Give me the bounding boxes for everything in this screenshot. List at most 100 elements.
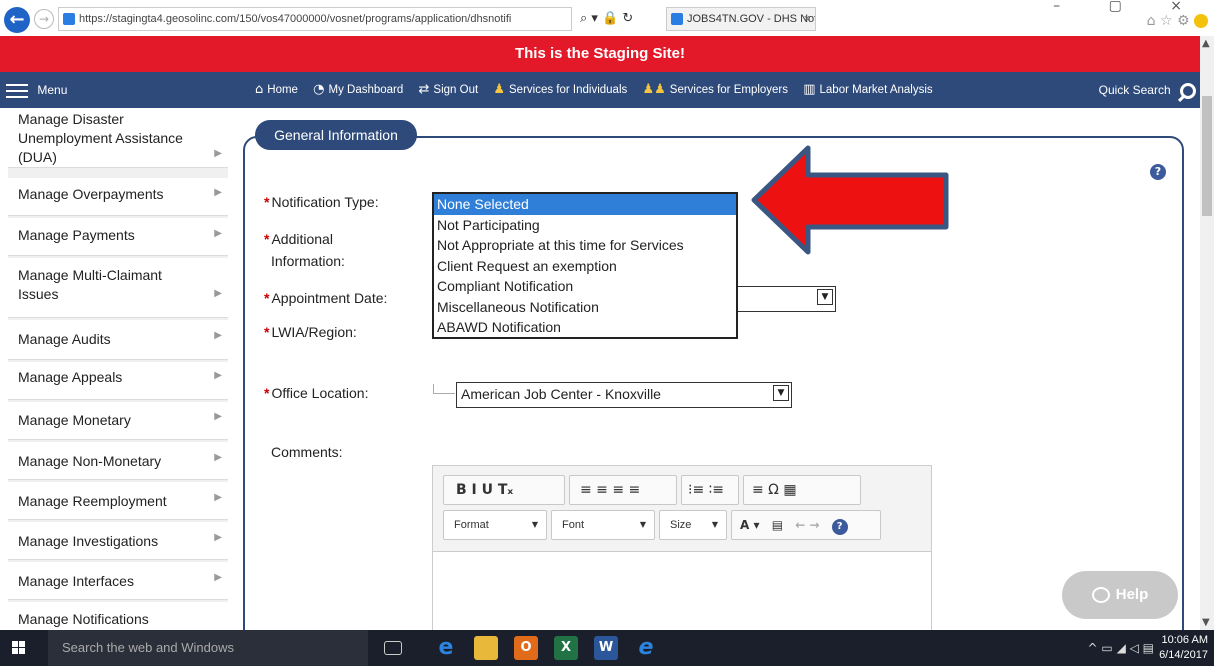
text-color-button[interactable]: A ▾ bbox=[740, 518, 760, 532]
forward-arrow-icon[interactable]: → bbox=[34, 9, 54, 29]
chevron-down-icon[interactable]: ▼ bbox=[773, 385, 789, 401]
staging-banner: This is the Staging Site! bbox=[0, 36, 1200, 72]
chevron-down-icon[interactable]: ▼ bbox=[817, 289, 833, 305]
file-explorer-icon[interactable] bbox=[474, 636, 498, 660]
chevron-right-icon: ▶ bbox=[214, 148, 222, 159]
text-format-buttons[interactable]: B I U Tₓ bbox=[443, 475, 565, 505]
windows-start-icon[interactable] bbox=[12, 641, 26, 655]
excel-icon[interactable]: X bbox=[554, 636, 578, 660]
word-icon[interactable]: W bbox=[594, 636, 618, 660]
chevron-right-icon: ▶ bbox=[214, 572, 222, 583]
nav-links: ⌂ Home ◔ My Dashboard ⇄ Sign Out ♟ Services … bbox=[255, 72, 945, 108]
sidebar-item-reemployment[interactable]: Manage Reemployment ▶ bbox=[8, 482, 228, 520]
insert-buttons[interactable]: ≡ Ω ▦ bbox=[743, 475, 861, 505]
required-marker: * bbox=[264, 194, 270, 210]
editor-toolbar: B I U Tₓ ≡ ≡ ≡ ≡ ⁝≡ ∶≡ ≡ Ω ▦ Format ▼ Fo… bbox=[433, 466, 931, 552]
lwia-region-label: * LWIA/Region: bbox=[264, 322, 357, 342]
help-icon[interactable]: ? bbox=[1150, 164, 1166, 180]
outlook-icon[interactable]: O bbox=[514, 636, 538, 660]
align-buttons[interactable]: ≡ ≡ ≡ ≡ bbox=[569, 475, 677, 505]
size-select[interactable]: Size ▼ bbox=[659, 510, 727, 540]
sidebar-item-appeals[interactable]: Manage Appeals ▶ bbox=[8, 362, 228, 400]
dropdown-option[interactable]: ABAWD Notification bbox=[434, 317, 736, 338]
feedback-smiley-icon[interactable] bbox=[1194, 14, 1208, 28]
notification-type-label-text: Notification Type: bbox=[271, 194, 379, 210]
color-paste-undo-buttons[interactable]: A ▾ ▤ ← → ? bbox=[731, 510, 881, 540]
dropdown-option[interactable]: Not Participating bbox=[434, 215, 736, 236]
chevron-right-icon: ▶ bbox=[214, 187, 222, 198]
nav-dashboard-label: My Dashboard bbox=[328, 84, 404, 96]
font-label: Font bbox=[562, 519, 585, 531]
office-location-select[interactable]: American Job Center - Knoxville ▼ bbox=[456, 382, 792, 408]
task-view-icon[interactable] bbox=[384, 641, 402, 655]
sidebar-item-label: Manage Interfaces bbox=[18, 573, 134, 589]
chat-bubble-icon bbox=[1091, 587, 1110, 604]
list-buttons[interactable]: ⁝≡ ∶≡ bbox=[681, 475, 739, 505]
scroll-down-icon[interactable]: ▼ bbox=[1202, 617, 1210, 628]
dropdown-option[interactable]: Miscellaneous Notification bbox=[434, 297, 736, 318]
chevron-right-icon: ▶ bbox=[214, 330, 222, 341]
undo-redo-buttons[interactable]: ← → bbox=[795, 518, 819, 532]
dropdown-option[interactable]: Not Appropriate at this time for Service… bbox=[434, 235, 736, 256]
sidebar-item-payments[interactable]: Manage Payments ▶ bbox=[8, 218, 228, 256]
sidebar-item-notifications[interactable]: Manage Notifications bbox=[8, 602, 228, 630]
home-star-gear-icons[interactable]: ⌂ ☆ ⚙ bbox=[1147, 13, 1190, 29]
red-arrow-annotation bbox=[751, 145, 949, 255]
required-marker: * bbox=[264, 324, 270, 340]
paste-icon[interactable]: ▤ bbox=[772, 518, 783, 532]
sidebar-item-investigations[interactable]: Manage Investigations ▶ bbox=[8, 522, 228, 560]
menu-button[interactable]: Menu bbox=[6, 72, 67, 108]
quick-search[interactable]: Quick Search bbox=[1099, 72, 1196, 108]
chevron-right-icon: ▶ bbox=[214, 288, 222, 299]
office-location-value: American Job Center - Knoxville bbox=[461, 386, 661, 402]
sidebar-item-label: Manage Monetary bbox=[18, 412, 131, 428]
windows-taskbar: Search the web and Windows e O X W e ^ ▭… bbox=[0, 630, 1214, 666]
scroll-thumb[interactable] bbox=[1202, 96, 1212, 216]
scroll-up-icon[interactable]: ▲ bbox=[1202, 38, 1210, 49]
sidebar-item-overpayments[interactable]: Manage Overpayments ▶ bbox=[8, 178, 228, 216]
editor-help-icon[interactable]: ? bbox=[831, 519, 848, 535]
taskbar-search[interactable]: Search the web and Windows bbox=[48, 630, 368, 666]
dropdown-option[interactable]: Client Request an exemption bbox=[434, 256, 736, 277]
sidebar-item-label: Manage Reemployment bbox=[18, 493, 167, 509]
size-label: Size bbox=[670, 519, 692, 531]
format-select[interactable]: Format ▼ bbox=[443, 510, 547, 540]
nav-labor-market[interactable]: ▥ Labor Market Analysis bbox=[803, 72, 932, 108]
sidebar-item-interfaces[interactable]: Manage Interfaces ▶ bbox=[8, 562, 228, 600]
internet-explorer-icon[interactable]: e bbox=[634, 636, 658, 660]
nav-home[interactable]: ⌂ Home bbox=[255, 72, 298, 108]
address-url: https://stagingta4.geosolinc.com/150/vos… bbox=[79, 13, 512, 25]
nav-individuals[interactable]: ♟ Services for Individuals bbox=[493, 72, 627, 108]
sidebar-item-dua[interactable]: Manage Disaster Unemployment Assistance … bbox=[8, 108, 228, 168]
chevron-right-icon: ▶ bbox=[214, 370, 222, 381]
nav-employers[interactable]: ♟♟ Services for Employers bbox=[642, 72, 788, 108]
dropdown-option[interactable]: None Selected bbox=[434, 194, 736, 215]
page-scrollbar[interactable]: ▲ ▼ bbox=[1200, 36, 1214, 630]
tree-connector bbox=[433, 384, 455, 394]
sidebar-item-multi-claimant[interactable]: Manage Multi-Claimant Issues ▶ bbox=[8, 258, 228, 318]
help-button[interactable]: Help bbox=[1062, 571, 1178, 619]
dropdown-option[interactable]: Compliant Notification bbox=[434, 276, 736, 297]
sidebar-item-monetary[interactable]: Manage Monetary ▶ bbox=[8, 402, 228, 440]
font-select[interactable]: Font ▼ bbox=[551, 510, 655, 540]
system-tray[interactable]: ^ ▭ ◢ ◁ ▤ bbox=[1088, 630, 1154, 666]
nav-dashboard[interactable]: ◔ My Dashboard bbox=[313, 72, 403, 108]
tab-close-icon[interactable]: × bbox=[804, 8, 810, 30]
lwia-region-label-text: LWIA/Region: bbox=[271, 324, 357, 340]
nav-sign-out[interactable]: ⇄ Sign Out bbox=[419, 72, 479, 108]
browser-right-icons[interactable]: ⌂ ☆ ⚙ bbox=[1147, 12, 1208, 30]
taskbar-clock[interactable]: 10:06 AM 6/14/2017 bbox=[1159, 633, 1208, 663]
sidebar-item-label: Manage Notifications bbox=[18, 611, 149, 627]
sidebar-item-audits[interactable]: Manage Audits ▶ bbox=[8, 320, 228, 360]
nav-sign-out-label: Sign Out bbox=[433, 84, 479, 96]
browser-tab[interactable]: JOBS4TN.GOV - DHS Notific... × bbox=[666, 7, 816, 31]
edge-browser-icon[interactable]: e bbox=[434, 636, 458, 660]
address-actions[interactable]: ⌕ ▾ 🔒 ↻ bbox=[580, 8, 660, 30]
address-bar[interactable]: https://stagingta4.geosolinc.com/150/vos… bbox=[58, 7, 572, 31]
chevron-right-icon: ▶ bbox=[214, 532, 222, 543]
notification-type-dropdown[interactable]: None Selected Not Participating Not Appr… bbox=[432, 192, 738, 339]
additional-info-label-line2: Information: bbox=[271, 253, 345, 269]
back-arrow-icon[interactable]: ← bbox=[4, 7, 30, 33]
sidebar-item-non-monetary[interactable]: Manage Non-Monetary ▶ bbox=[8, 442, 228, 480]
search-icon[interactable] bbox=[1180, 82, 1196, 99]
